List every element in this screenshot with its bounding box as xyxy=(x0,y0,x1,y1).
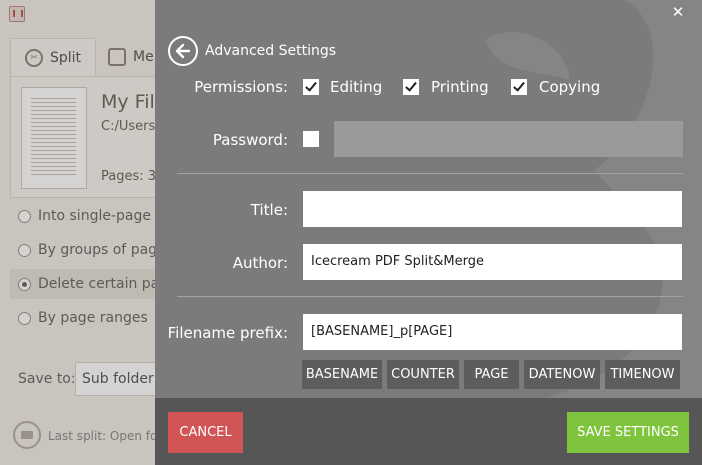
password-input[interactable] xyxy=(334,121,683,157)
copying-checkbox[interactable] xyxy=(511,79,527,95)
advanced-settings-panel: ✕ Advanced Settings Permissions: Editing… xyxy=(155,0,702,465)
editing-checkbox[interactable] xyxy=(303,79,319,95)
copying-label: Copying xyxy=(539,78,601,96)
filename-prefix-label: Filename prefix: xyxy=(167,324,288,342)
save-settings-button[interactable]: SAVE SETTINGS xyxy=(567,412,689,453)
editing-label: Editing xyxy=(330,78,383,96)
password-checkbox[interactable] xyxy=(303,131,319,147)
token-timenow-button[interactable]: TIMENOW xyxy=(605,360,680,389)
printing-checkbox[interactable] xyxy=(403,79,419,95)
author-input[interactable]: Icecream PDF Split&Merge xyxy=(303,244,682,280)
printing-label: Printing xyxy=(431,78,489,96)
title-label: Title: xyxy=(250,201,288,219)
filename-prefix-input[interactable]: [BASENAME]_p[PAGE] xyxy=(303,314,682,350)
password-label: Password: xyxy=(212,131,288,149)
permissions-label: Permissions: xyxy=(194,78,288,96)
title-input[interactable] xyxy=(303,191,682,227)
panel-title: Advanced Settings xyxy=(205,43,337,59)
divider xyxy=(177,296,683,297)
close-icon[interactable]: ✕ xyxy=(670,4,686,20)
back-arrow-icon[interactable] xyxy=(168,36,198,66)
token-basename-button[interactable]: BASENAME xyxy=(302,360,382,389)
divider xyxy=(177,173,683,174)
cancel-button[interactable]: CANCEL xyxy=(168,412,243,453)
author-label: Author: xyxy=(232,254,288,272)
panel-footer: CANCEL SAVE SETTINGS xyxy=(155,398,702,465)
token-counter-button[interactable]: COUNTER xyxy=(387,360,459,389)
token-datenow-button[interactable]: DATENOW xyxy=(524,360,600,389)
token-page-button[interactable]: PAGE xyxy=(464,360,519,389)
